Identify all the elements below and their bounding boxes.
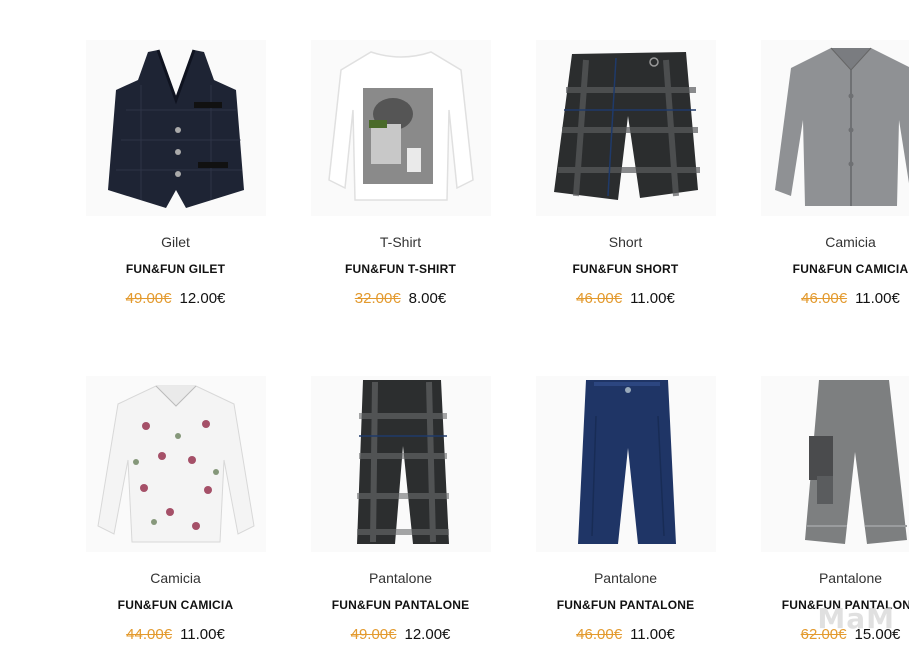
trousers-icon (536, 376, 716, 552)
sale-price: 11.00€ (855, 290, 900, 307)
old-price: 32.00€ (355, 290, 401, 307)
product-image[interactable] (761, 40, 909, 216)
product-prices: 46.00€ 11.00€ (513, 289, 738, 309)
product-category: Pantalone (738, 569, 909, 587)
vest-icon (86, 40, 266, 216)
product-card[interactable]: Gilet FUN&FUN GILET 49.00€ 12.00€ (63, 40, 288, 309)
product-card[interactable]: Camicia FUN&FUN CAMICIA 44.00€ 11.00€ (63, 376, 288, 645)
product-category: Camicia (63, 569, 288, 587)
product-category: Camicia (738, 233, 909, 251)
sale-price: 11.00€ (630, 290, 675, 307)
product-name[interactable]: FUN&FUN SHORT (513, 261, 738, 277)
product-image[interactable] (761, 376, 909, 552)
product-image[interactable] (311, 40, 491, 216)
product-prices: 46.00€ 11.00€ (738, 289, 909, 309)
tshirt-icon (311, 40, 491, 216)
product-image[interactable] (86, 376, 266, 552)
product-image[interactable] (311, 376, 491, 552)
old-price: 46.00€ (576, 290, 622, 307)
product-prices: 49.00€ 12.00€ (288, 625, 513, 645)
old-price: 46.00€ (801, 290, 847, 307)
old-price: 49.00€ (351, 626, 397, 643)
product-image[interactable] (536, 376, 716, 552)
product-card[interactable]: T-Shirt FUN&FUN T-SHIRT 32.00€ 8.00€ (288, 40, 513, 309)
product-name[interactable]: FUN&FUN CAMICIA (738, 261, 909, 277)
product-card[interactable]: Pantalone FUN&FUN PANTALONE 46.00€ 11.00€ (513, 376, 738, 645)
shirt-icon (761, 40, 909, 216)
old-price: 44.00€ (126, 626, 172, 643)
product-grid: Gilet FUN&FUN GILET 49.00€ 12.00€ T-Shirt… (0, 0, 909, 643)
product-prices: 44.00€ 11.00€ (63, 625, 288, 645)
product-category: Pantalone (288, 569, 513, 587)
shirt-icon (86, 376, 266, 552)
product-name[interactable]: FUN&FUN PANTALONE (513, 597, 738, 613)
sale-price: 11.00€ (180, 626, 225, 643)
trousers-icon (311, 376, 491, 552)
old-price: 46.00€ (576, 626, 622, 643)
product-card[interactable]: Short FUN&FUN SHORT 46.00€ 11.00€ (513, 40, 738, 309)
product-image[interactable] (86, 40, 266, 216)
product-name[interactable]: FUN&FUN PANTALONE (288, 597, 513, 613)
product-name[interactable]: FUN&FUN GILET (63, 261, 288, 277)
product-card[interactable]: Pantalone FUN&FUN PANTALONE 49.00€ 12.00€ (288, 376, 513, 645)
trousers-icon (761, 376, 909, 552)
product-name[interactable]: FUN&FUN T-SHIRT (288, 261, 513, 277)
product-category: T-Shirt (288, 233, 513, 251)
sale-price: 8.00€ (409, 290, 447, 307)
old-price: 49.00€ (126, 290, 172, 307)
product-prices: 46.00€ 11.00€ (513, 625, 738, 645)
sale-price: 12.00€ (405, 626, 451, 643)
shorts-icon (536, 40, 716, 216)
product-category: Pantalone (513, 569, 738, 587)
sale-price: 11.00€ (630, 626, 675, 643)
product-name[interactable]: FUN&FUN CAMICIA (63, 597, 288, 613)
product-image[interactable] (536, 40, 716, 216)
sale-price: 12.00€ (180, 290, 226, 307)
product-category: Gilet (63, 233, 288, 251)
product-card[interactable]: Camicia FUN&FUN CAMICIA 46.00€ 11.00€ (738, 40, 909, 309)
product-prices: 49.00€ 12.00€ (63, 289, 288, 309)
product-category: Short (513, 233, 738, 251)
watermark-logo: MaM (817, 602, 895, 635)
product-prices: 32.00€ 8.00€ (288, 289, 513, 309)
